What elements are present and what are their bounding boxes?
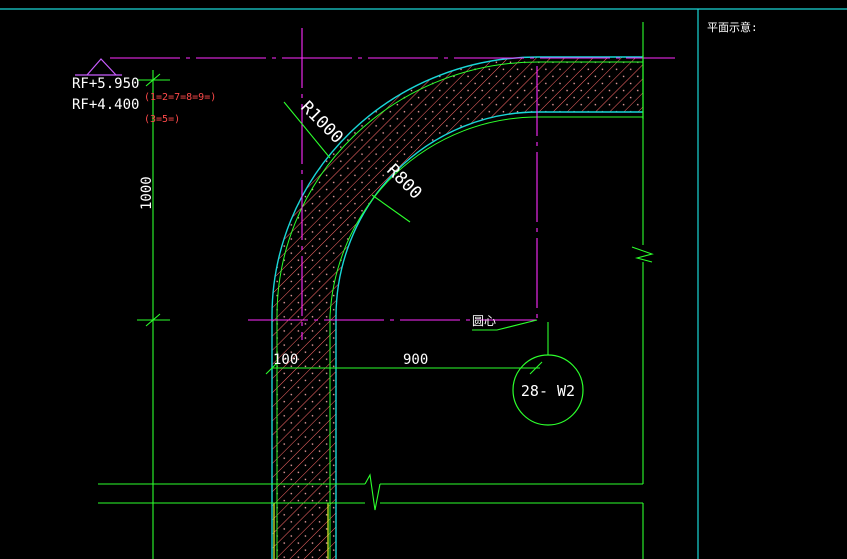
outer-radius-label: R1000 xyxy=(296,97,346,147)
height-dimension-text: 1000 xyxy=(139,176,155,210)
rf-upper-label: RF+5.950 xyxy=(72,76,139,92)
floors-upper-note: (1=2=7=8=9=) xyxy=(144,92,216,103)
center-note-label: 圆心 xyxy=(472,314,496,328)
cad-drawing-canvas: RF+5.950 RF+4.400 (1=2=7=8=9=) (3=5=) 10… xyxy=(0,8,847,559)
inner-radius-label: R800 xyxy=(382,160,425,203)
plan-panel-title: 平面示意: xyxy=(707,20,758,34)
rf-lower-label: RF+4.400 xyxy=(72,97,139,113)
detail-callout xyxy=(512,322,584,426)
detail-reference-label: 28- W2 xyxy=(521,382,575,400)
wall-thickness-dim-text: 100 xyxy=(273,352,298,368)
offset-dim-text: 900 xyxy=(403,352,428,368)
elevation-symbol xyxy=(75,58,122,76)
floors-lower-note: (3=5=) xyxy=(144,114,180,125)
